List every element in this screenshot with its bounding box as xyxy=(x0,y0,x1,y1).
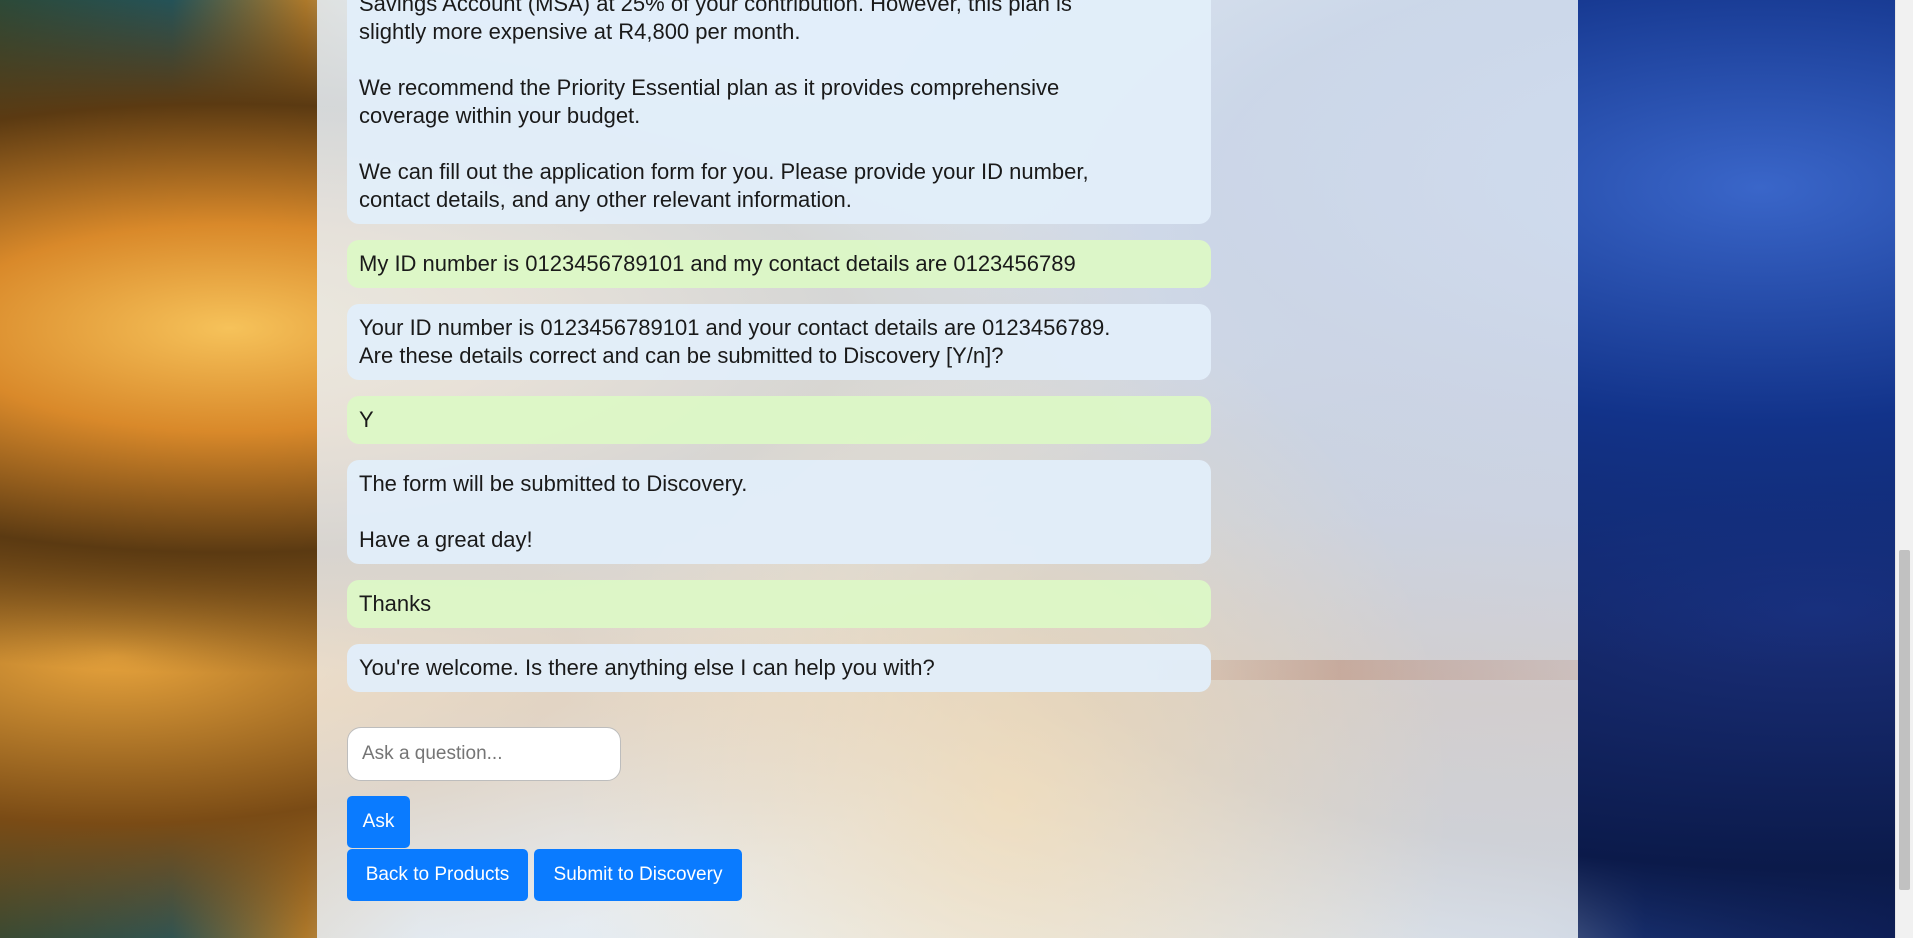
bot-message: Your ID number is 0123456789101 and your… xyxy=(347,304,1211,380)
user-message: Y xyxy=(347,396,1211,444)
ask-button[interactable]: Ask xyxy=(347,796,410,848)
page-scrollbar[interactable] xyxy=(1895,0,1913,938)
back-to-products-button[interactable]: Back to Products xyxy=(347,849,528,901)
question-input[interactable] xyxy=(347,727,621,781)
chat-history: Savings Account (MSA) at 25% of your con… xyxy=(347,0,1211,708)
scrollbar-thumb[interactable] xyxy=(1899,550,1910,890)
user-message: Thanks xyxy=(347,580,1211,628)
page-background: Savings Account (MSA) at 25% of your con… xyxy=(0,0,1913,938)
user-message: My ID number is 0123456789101 and my con… xyxy=(347,240,1211,288)
bot-message: Savings Account (MSA) at 25% of your con… xyxy=(347,0,1211,224)
submit-to-discovery-button[interactable]: Submit to Discovery xyxy=(534,849,742,901)
bot-message: The form will be submitted to Discovery.… xyxy=(347,460,1211,564)
bot-message: You're welcome. Is there anything else I… xyxy=(347,644,1211,692)
